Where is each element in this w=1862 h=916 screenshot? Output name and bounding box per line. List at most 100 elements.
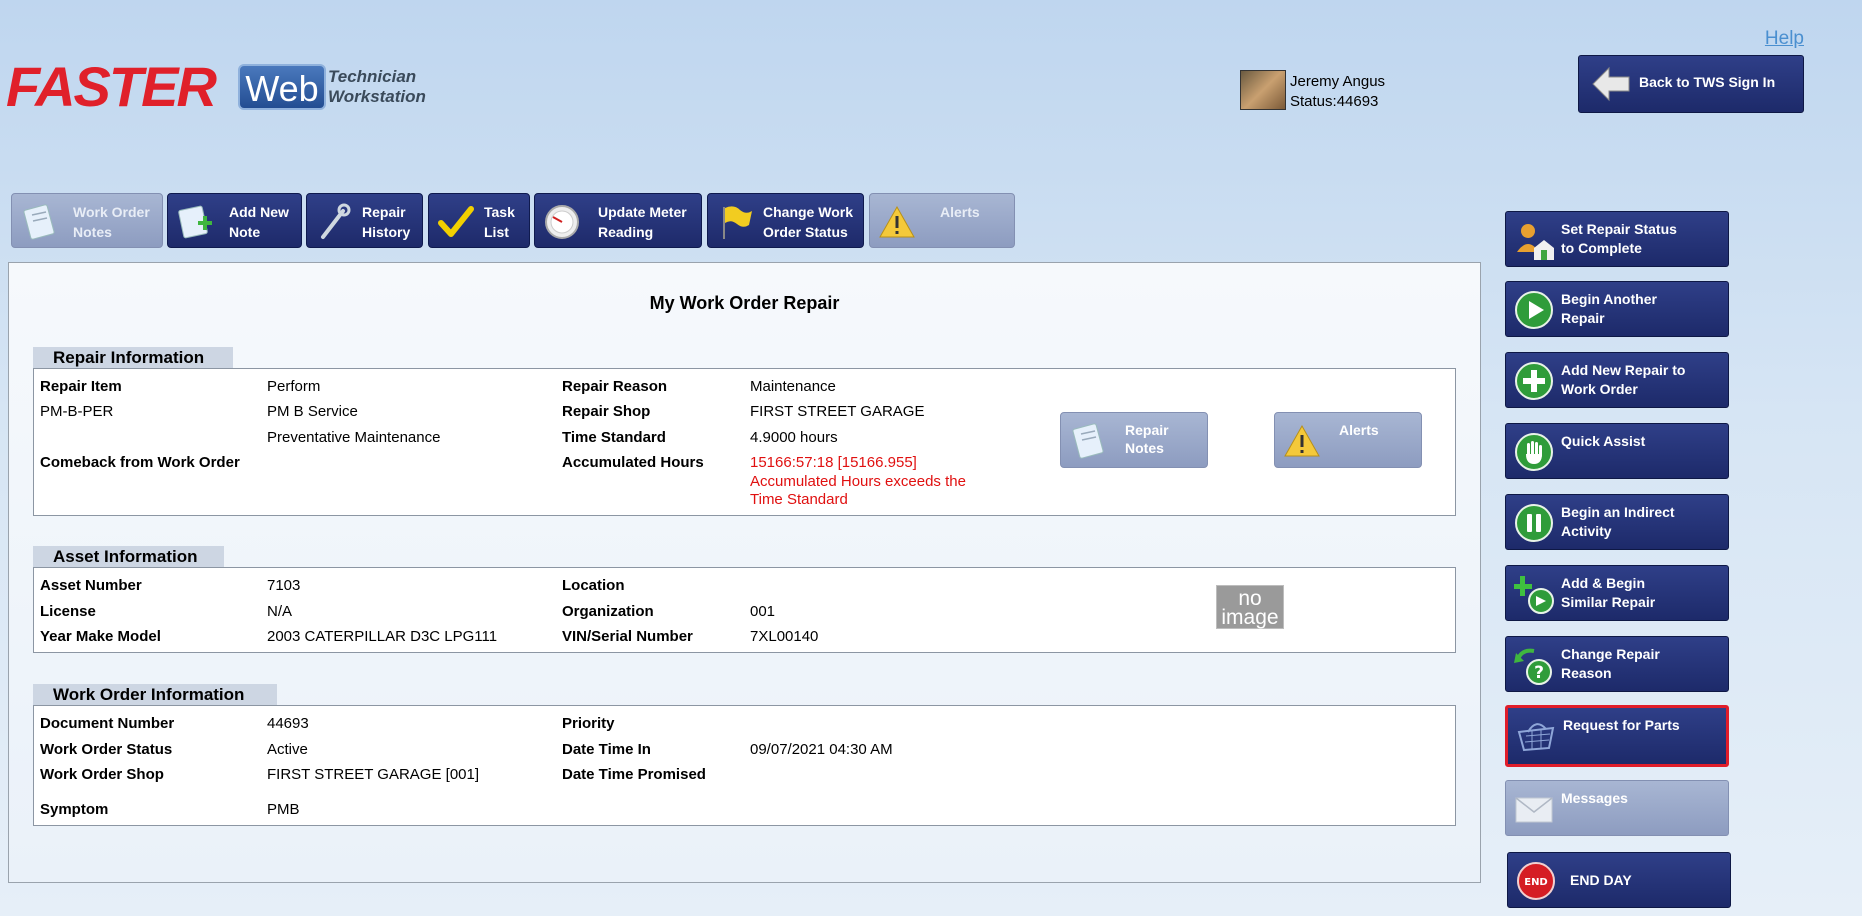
document-number-value: 44693 xyxy=(267,715,309,732)
sidebar-button-label: Add & Begin Similar Repair xyxy=(1561,575,1656,610)
user-name: Jeremy Angus xyxy=(1290,73,1386,90)
tab-repair-history[interactable]: Repair History xyxy=(306,193,423,248)
asset-information-section: Asset Information Asset Number 7103 Lice… xyxy=(33,546,1456,653)
tab-label: Work Order Notes xyxy=(73,204,150,240)
repair-reason-label: Repair Reason xyxy=(562,378,668,395)
repair-item-label: Repair Item xyxy=(40,378,122,395)
sidebar-button-label: Add New Repair to Work Order xyxy=(1561,362,1686,397)
quick-assist-button[interactable]: Quick Assist xyxy=(1505,423,1729,479)
work-order-repair-panel: My Work Order Repair Repair Information … xyxy=(8,262,1481,883)
organization-label: Organization xyxy=(562,603,654,620)
envelope-icon xyxy=(1515,797,1553,823)
tab-label: Change Work Order Status xyxy=(763,204,853,240)
sidebar-button-label: END DAY xyxy=(1570,872,1632,888)
tab-task-list[interactable]: Task List xyxy=(428,193,530,248)
tab-work-order-notes[interactable]: Work Order Notes xyxy=(11,193,163,248)
sidebar-button-label: Quick Assist xyxy=(1561,433,1646,449)
svg-text:END: END xyxy=(1524,877,1548,888)
sidebar-button-label: Begin an Indirect Activity xyxy=(1561,504,1675,539)
work-order-shop-value: FIRST STREET GARAGE [001] xyxy=(267,766,480,783)
asset-number-label: Asset Number xyxy=(40,577,142,594)
back-button-label: Back to TWS Sign In xyxy=(1639,74,1776,90)
warning-icon xyxy=(879,205,915,238)
faster-web-logo: FASTER Web Technician Workstation xyxy=(6,58,446,116)
back-to-sign-in-button[interactable]: Back to TWS Sign In xyxy=(1578,55,1804,113)
checkmark-icon xyxy=(438,206,474,237)
tab-label: Alerts xyxy=(940,204,980,220)
logo-subtitle: Technician Workstation xyxy=(328,67,426,107)
tab-label: Repair History xyxy=(362,204,411,240)
section-title: Work Order Information xyxy=(33,684,277,706)
warning-icon xyxy=(1284,424,1320,457)
complete-status-icon xyxy=(1517,224,1554,260)
set-repair-complete-button[interactable]: Set Repair Status to Complete xyxy=(1505,211,1729,267)
time-standard-value: 4.9000 hours xyxy=(750,429,838,446)
symptom-label: Symptom xyxy=(40,801,109,818)
help-link[interactable]: Help xyxy=(1765,28,1804,50)
tab-update-meter-reading[interactable]: Update Meter Reading xyxy=(534,193,702,248)
add-begin-similar-repair-button[interactable]: Add & Begin Similar Repair xyxy=(1505,565,1729,621)
section-title: Repair Information xyxy=(33,347,233,369)
date-time-in-value: 09/07/2021 04:30 AM xyxy=(750,741,893,758)
hand-icon xyxy=(1515,433,1553,471)
back-arrow-icon xyxy=(1592,66,1630,102)
repair-item-category: Preventative Maintenance xyxy=(267,429,441,446)
work-order-status-value: Active xyxy=(267,741,308,758)
svg-text:?: ? xyxy=(1534,663,1544,683)
plus-icon xyxy=(1515,362,1553,400)
tab-change-work-order-status[interactable]: Change Work Order Status xyxy=(707,193,864,248)
location-label: Location xyxy=(562,577,625,594)
add-new-repair-button[interactable]: Add New Repair to Work Order xyxy=(1505,352,1729,408)
asset-information-box: Asset Number 7103 License N/A Year Make … xyxy=(33,567,1456,653)
date-time-promised-label: Date Time Promised xyxy=(562,766,706,783)
messages-button[interactable]: Messages xyxy=(1505,780,1729,836)
logo-web-badge: Web xyxy=(238,64,326,110)
time-standard-label: Time Standard xyxy=(562,429,666,446)
accumulated-hours-warning: Accumulated Hours exceeds the xyxy=(750,473,966,490)
repair-alerts-label: Alerts xyxy=(1339,422,1379,438)
section-title: Asset Information xyxy=(33,546,224,568)
repair-item-value: Perform xyxy=(267,378,321,395)
add-note-icon xyxy=(178,205,212,239)
repair-item-description: PM B Service xyxy=(267,403,358,420)
no-image-text-line2: image xyxy=(1221,606,1279,629)
repair-notes-label: Repair Notes xyxy=(1125,422,1169,456)
organization-value: 001 xyxy=(750,603,776,620)
tab-label: Update Meter Reading xyxy=(598,204,687,240)
accumulated-hours-warning-line2: Time Standard xyxy=(750,491,848,508)
vin-value: 7XL00140 xyxy=(750,628,819,645)
change-repair-reason-button[interactable]: ? Change Repair Reason xyxy=(1505,636,1729,692)
no-image-placeholder: no image xyxy=(1216,585,1284,629)
play-icon xyxy=(1515,291,1553,329)
begin-indirect-activity-button[interactable]: Begin an Indirect Activity xyxy=(1505,494,1729,550)
sidebar-button-label: Request for Parts xyxy=(1563,717,1680,733)
accumulated-hours-value: 15166:57:18 [15166.955] xyxy=(750,454,917,471)
question-icon: ? xyxy=(1514,648,1552,685)
tab-alerts[interactable]: Alerts xyxy=(869,193,1015,248)
repair-notes-button[interactable]: Repair Notes xyxy=(1060,412,1208,468)
notepad-icon xyxy=(23,204,55,240)
work-order-information-section: Work Order Information Document Number 4… xyxy=(33,684,1456,826)
repair-shop-label: Repair Shop xyxy=(562,403,651,420)
repair-reason-value: Maintenance xyxy=(750,378,836,395)
logo-subtitle-line1: Technician xyxy=(328,67,417,86)
begin-another-repair-button[interactable]: Begin Another Repair xyxy=(1505,281,1729,337)
logo-subtitle-line2: Workstation xyxy=(328,87,426,106)
repair-information-section: Repair Information Repair Item Perform P… xyxy=(33,347,1456,516)
end-day-button[interactable]: END END DAY xyxy=(1507,852,1731,908)
repair-code: PM-B-PER xyxy=(40,403,114,420)
tab-add-new-note[interactable]: Add New Note xyxy=(167,193,302,248)
request-for-parts-button[interactable]: Request for Parts xyxy=(1505,705,1729,767)
add-begin-icon xyxy=(1514,576,1554,614)
repair-alerts-button[interactable]: Alerts xyxy=(1274,412,1422,468)
sidebar-button-label: Begin Another Repair xyxy=(1561,291,1657,326)
tab-label: Task List xyxy=(484,204,515,240)
license-value: N/A xyxy=(267,603,293,620)
user-details: Jeremy Angus Status:44693 xyxy=(1290,72,1385,112)
page-title: My Work Order Repair xyxy=(649,293,840,313)
wrench-icon xyxy=(321,203,351,239)
sidebar-button-label: Set Repair Status to Complete xyxy=(1561,221,1677,256)
logo-faster-text: FASTER xyxy=(6,55,217,118)
date-time-in-label: Date Time In xyxy=(562,741,651,758)
comeback-label: Comeback from Work Order xyxy=(40,454,240,471)
